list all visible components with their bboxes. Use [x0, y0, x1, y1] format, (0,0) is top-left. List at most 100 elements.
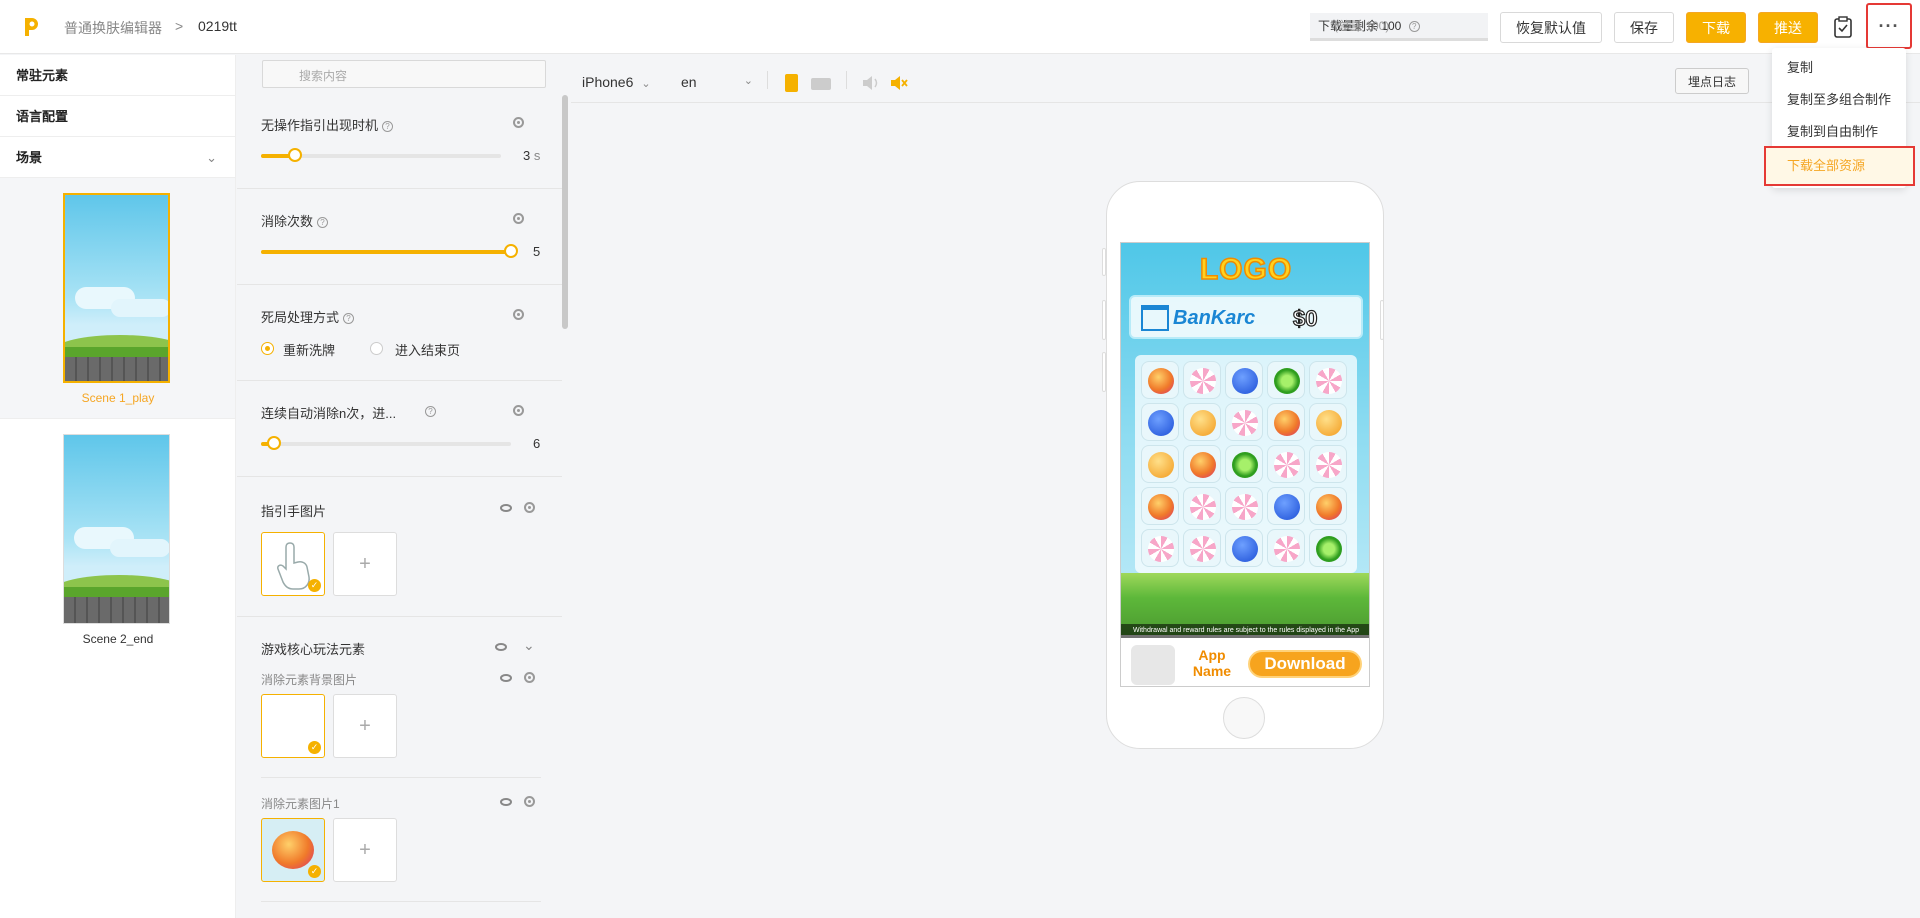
scene-item-2[interactable]: Scene 2_end	[0, 419, 235, 660]
board-cell[interactable]	[1183, 445, 1221, 483]
radio-reshuffle[interactable]	[261, 342, 274, 355]
eliminate-count-slider[interactable]	[261, 244, 518, 258]
eye-icon[interactable]	[500, 674, 512, 682]
breadcrumb-root[interactable]: 普通换肤编辑器	[64, 18, 162, 38]
board-cell[interactable]	[1267, 403, 1305, 441]
guide-hand-image-tile[interactable]: ✓	[261, 532, 325, 596]
scene-thumbnail[interactable]	[63, 193, 170, 383]
board-cell[interactable]	[1267, 529, 1305, 567]
menu-item-copy-to-free[interactable]: 复制到自由制作	[1772, 116, 1906, 148]
board-cell[interactable]	[1225, 403, 1263, 441]
save-button[interactable]: 保存	[1614, 12, 1674, 43]
push-button[interactable]: 推送	[1758, 12, 1818, 43]
language-select[interactable]: en ⌄	[681, 74, 753, 90]
board-cell[interactable]	[1267, 361, 1305, 399]
landscape-icon[interactable]	[811, 78, 831, 90]
radio-end-page[interactable]	[370, 342, 383, 355]
idle-guide-slider[interactable]	[261, 148, 501, 162]
settings-icon[interactable]	[513, 309, 524, 320]
nav-item-language-config[interactable]: 语言配置	[0, 96, 235, 137]
help-icon[interactable]: ?	[317, 217, 329, 228]
reset-default-button[interactable]: 恢复默认值	[1500, 12, 1602, 43]
nav-item-scenes-label: 场景	[16, 150, 43, 165]
more-menu: 复制 复制至多组合制作 复制到自由制作 下载全部资源	[1764, 48, 1915, 188]
board-cell[interactable]	[1267, 445, 1305, 483]
board-cell[interactable]	[1309, 529, 1347, 567]
subsection-title: 消除元素背景图片	[261, 673, 358, 687]
board-cell[interactable]	[1141, 361, 1179, 399]
slider-value: 6	[533, 436, 541, 451]
board-cell[interactable]	[1267, 487, 1305, 525]
help-icon[interactable]: ?	[343, 313, 355, 324]
board-cell[interactable]	[1183, 487, 1221, 525]
portrait-icon[interactable]	[785, 74, 798, 92]
slider-handle[interactable]	[287, 148, 302, 162]
board-cell[interactable]	[1309, 361, 1347, 399]
radio-reshuffle-label[interactable]: 重新洗牌	[283, 340, 335, 359]
board-cell[interactable]	[1183, 361, 1221, 399]
auto-eliminate-slider[interactable]	[261, 436, 511, 450]
volume-icon[interactable]	[861, 74, 881, 92]
app-logo-icon[interactable]	[22, 16, 40, 38]
add-image-button[interactable]: +	[333, 694, 397, 758]
board-cell[interactable]	[1141, 529, 1179, 567]
settings-icon[interactable]	[513, 213, 524, 224]
phone-side-button	[1102, 352, 1106, 392]
nav-item-resident-elements[interactable]: 常驻元素	[0, 55, 235, 96]
scene-thumbnail[interactable]	[63, 434, 170, 624]
board-cell[interactable]	[1309, 445, 1347, 483]
eye-icon[interactable]	[500, 798, 512, 806]
element-background-tile[interactable]: ✓	[261, 694, 325, 758]
add-image-button[interactable]: +	[333, 818, 397, 882]
settings-icon[interactable]	[513, 405, 524, 416]
candy	[1232, 452, 1258, 478]
device-select[interactable]: iPhone6 ⌄	[582, 74, 651, 90]
radio-end-page-label[interactable]: 进入结束页	[395, 340, 460, 359]
check-icon: ✓	[308, 579, 321, 592]
mute-icon[interactable]	[889, 74, 909, 92]
settings-icon[interactable]	[524, 796, 535, 807]
nav-item-scenes[interactable]: 场景 ⌄	[0, 137, 235, 178]
settings-icon[interactable]	[524, 502, 535, 513]
help-icon[interactable]: ?	[382, 121, 394, 132]
download-button[interactable]: 下载	[1686, 12, 1746, 43]
board-cell[interactable]	[1309, 487, 1347, 525]
slider-handle[interactable]	[504, 244, 518, 258]
game-board[interactable]	[1135, 355, 1357, 573]
element-image-tile[interactable]: ✓	[261, 818, 325, 882]
board-cell[interactable]	[1183, 403, 1221, 441]
tracking-log-button[interactable]: 埋点日志	[1675, 68, 1749, 94]
board-cell[interactable]	[1225, 361, 1263, 399]
board-cell[interactable]	[1141, 487, 1179, 525]
board-cell[interactable]	[1225, 529, 1263, 567]
board-cell[interactable]	[1141, 445, 1179, 483]
menu-item-copy[interactable]: 复制	[1772, 52, 1906, 84]
candy	[1316, 494, 1342, 520]
search-input[interactable]: 搜索内容	[262, 60, 546, 88]
board-cell[interactable]	[1309, 403, 1347, 441]
help-icon[interactable]: ?	[425, 406, 436, 417]
menu-item-copy-to-multi[interactable]: 复制至多组合制作	[1772, 84, 1906, 116]
menu-item-download-all-resources[interactable]: 下载全部资源	[1764, 146, 1915, 186]
more-button[interactable]: ···	[1866, 3, 1912, 49]
settings-icon[interactable]	[513, 117, 524, 128]
board-cell[interactable]	[1225, 487, 1263, 525]
board-cell[interactable]	[1141, 403, 1179, 441]
slider-handle[interactable]	[266, 436, 281, 450]
eye-icon[interactable]	[500, 504, 512, 512]
help-icon[interactable]: ?	[1408, 21, 1420, 32]
scene-item-1[interactable]: Scene 1_play	[0, 178, 235, 419]
candy	[1190, 452, 1216, 478]
check-icon: ✓	[308, 741, 321, 754]
clipboard-check-icon[interactable]	[1830, 14, 1856, 40]
board-cell[interactable]	[1225, 445, 1263, 483]
chevron-down-icon[interactable]: ⌄	[523, 637, 535, 654]
properties-scrollbar[interactable]	[562, 95, 568, 329]
soil	[64, 597, 169, 623]
settings-icon[interactable]	[524, 672, 535, 683]
download-cta-button[interactable]: Download	[1248, 650, 1362, 678]
board-cell[interactable]	[1183, 529, 1221, 567]
eye-icon[interactable]	[495, 643, 507, 651]
chevron-down-icon[interactable]: ⌄	[206, 137, 217, 178]
add-image-button[interactable]: +	[333, 532, 397, 596]
